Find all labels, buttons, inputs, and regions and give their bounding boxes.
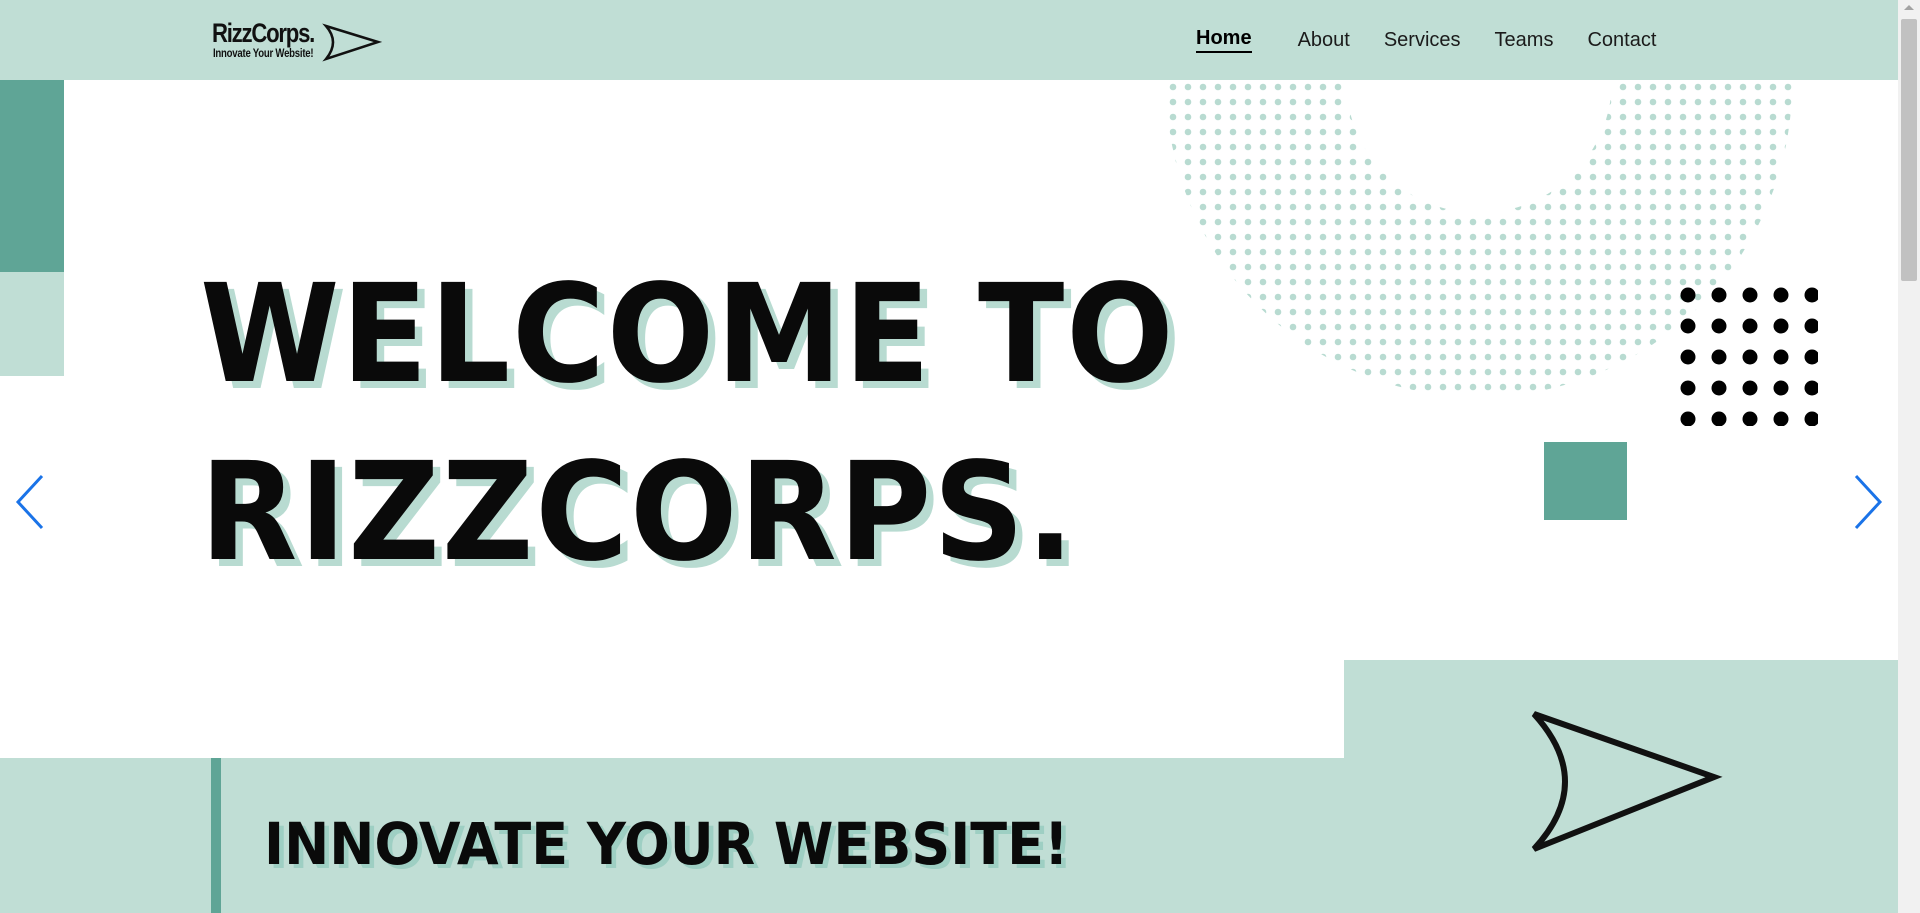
- scroll-up-arrow-icon[interactable]: [1898, 0, 1920, 16]
- paper-plane-arrow-icon: [1531, 711, 1723, 852]
- carousel-prev-button[interactable]: [12, 472, 48, 532]
- navbar: RizzCorps. Innovate Your Website! Home A…: [0, 0, 1898, 80]
- hero-title: WELCOME TO RIZZCORPS.: [200, 246, 1176, 602]
- decorative-teal-bar: [0, 80, 64, 272]
- nav-teams[interactable]: Teams: [1495, 29, 1554, 52]
- decorative-mint-bar: [0, 272, 64, 376]
- hero-title-line-1: WELCOME TO: [200, 256, 1176, 414]
- section-tagline: INNOVATE YOUR WEBSITE!: [264, 810, 1069, 878]
- nav-home[interactable]: Home: [1196, 27, 1252, 53]
- page-scrollbar[interactable]: [1898, 0, 1920, 913]
- chevron-right-icon: [1854, 474, 1883, 530]
- accent-line: [211, 758, 221, 913]
- nav-services[interactable]: Services: [1384, 29, 1461, 52]
- nav-contact[interactable]: Contact: [1587, 29, 1656, 52]
- carousel-next-button[interactable]: [1850, 472, 1886, 532]
- logo[interactable]: RizzCorps. Innovate Your Website!: [212, 18, 382, 64]
- scrollbar-thumb[interactable]: [1901, 19, 1917, 281]
- chevron-left-icon: [15, 474, 44, 530]
- page: RizzCorps. Innovate Your Website! Home A…: [0, 0, 1898, 913]
- hero-title-line-2: RIZZCORPS.: [200, 434, 1077, 592]
- black-dot-grid: [1680, 287, 1818, 426]
- feature-panel: [1344, 660, 1898, 913]
- logo-arrow-icon: [322, 23, 382, 62]
- logo-tagline: Innovate Your Website!: [213, 46, 314, 60]
- main-nav: Home About Services Teams Contact: [1196, 0, 1690, 80]
- logo-name: RizzCorps.: [212, 18, 315, 48]
- decorative-teal-square: [1544, 442, 1627, 520]
- nav-about[interactable]: About: [1298, 29, 1350, 52]
